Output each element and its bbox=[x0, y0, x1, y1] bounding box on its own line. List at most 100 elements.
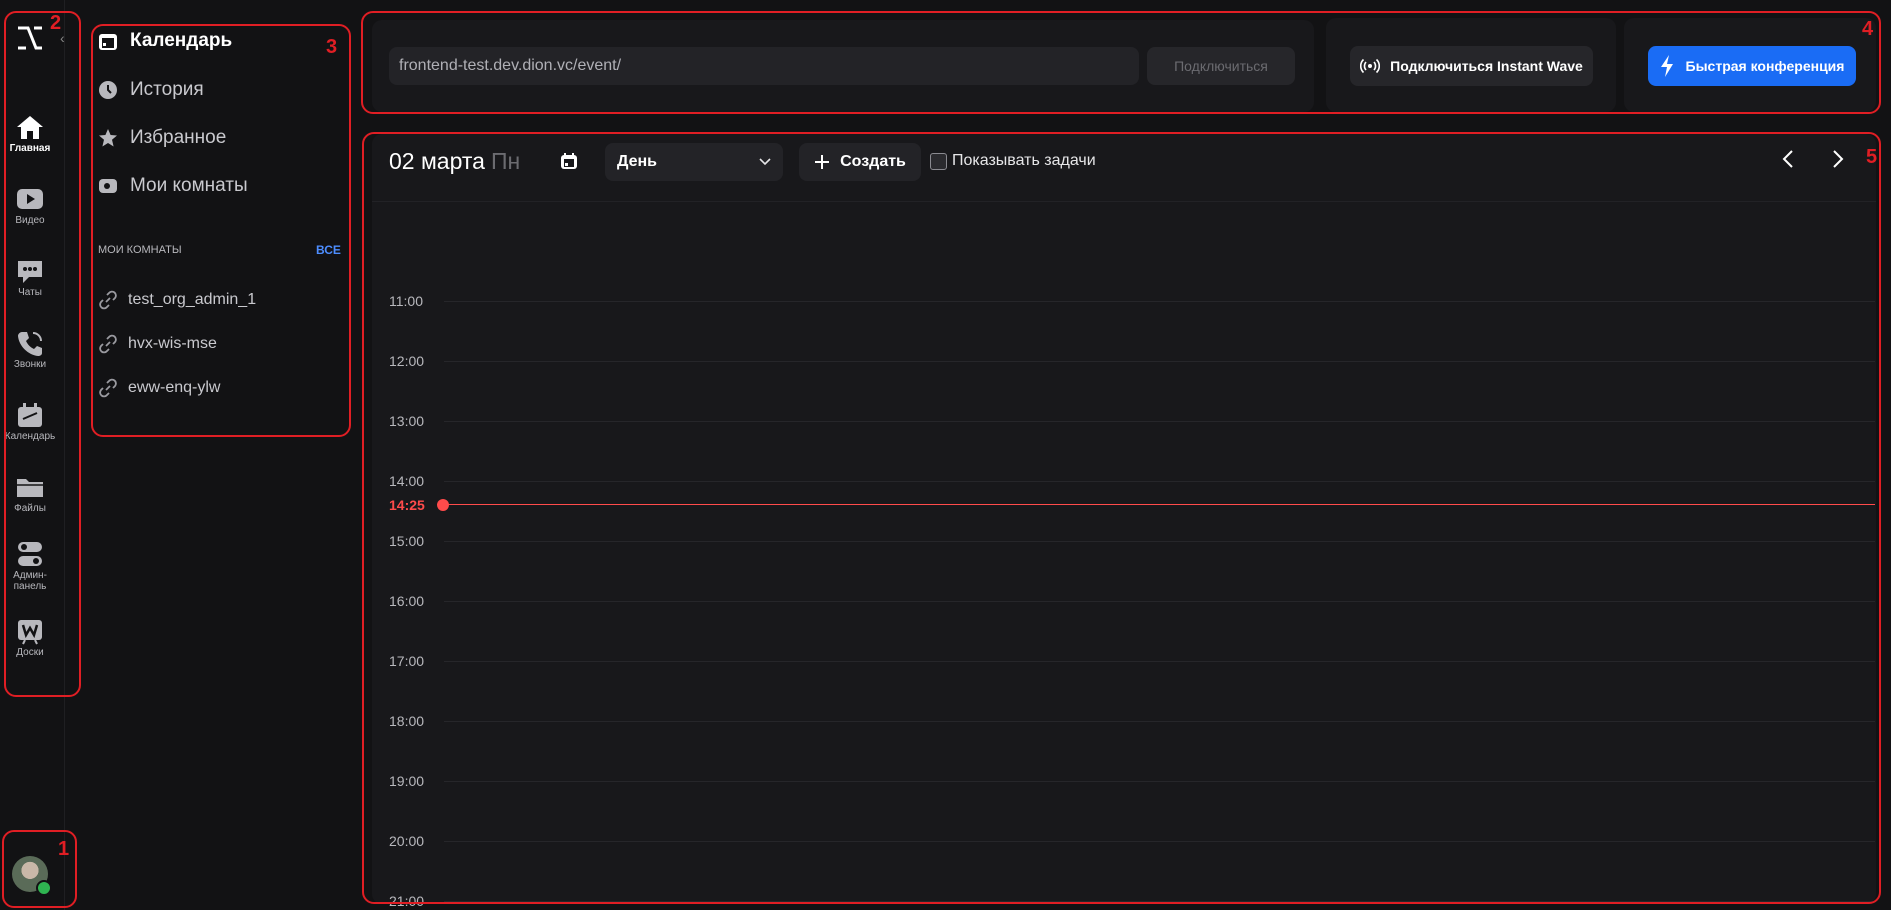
folder-icon bbox=[17, 479, 43, 497]
now-dot bbox=[437, 499, 449, 511]
chat-icon bbox=[18, 261, 42, 283]
home-icon bbox=[17, 116, 43, 139]
now-time-label: 14:25 bbox=[389, 497, 425, 513]
hour-label: 11:00 bbox=[389, 293, 423, 309]
room-link[interactable]: eww-enq-ylw bbox=[98, 378, 220, 398]
chevron-right-icon bbox=[1833, 150, 1844, 168]
rail-item-calls[interactable]: Звонки bbox=[0, 329, 60, 370]
online-status-icon bbox=[36, 880, 52, 896]
annotation-number-1: 1 bbox=[58, 838, 70, 860]
calendar-header-divider bbox=[372, 201, 1876, 202]
instant-wave-button[interactable]: Подключиться Instant Wave bbox=[1350, 46, 1593, 86]
rail-item-label: Файлы bbox=[14, 503, 46, 514]
room-name: test_org_admin_1 bbox=[128, 291, 257, 308]
room-name: hvx-wis-mse bbox=[128, 335, 217, 352]
phone-icon bbox=[18, 332, 42, 356]
hour-label: 19:00 bbox=[389, 773, 425, 789]
rail-item-label: Админ- bbox=[13, 570, 47, 581]
show-tasks-toggle[interactable]: Показывать задачи bbox=[930, 152, 1096, 170]
rail-item-admin[interactable]: Админ- панель bbox=[0, 540, 60, 592]
annotation-number-3: 3 bbox=[326, 36, 338, 58]
rail-item-boards[interactable]: Доски bbox=[0, 617, 60, 658]
wave-icon bbox=[1360, 58, 1381, 74]
sidebar-item-favorites[interactable]: Избранное bbox=[98, 127, 226, 149]
room-link[interactable]: hvx-wis-mse bbox=[98, 334, 217, 354]
sidebar-item-calendar[interactable]: Календарь bbox=[98, 30, 232, 52]
chevron-left-icon bbox=[1782, 150, 1793, 168]
camera-icon bbox=[99, 179, 117, 193]
calendar-panel bbox=[372, 134, 1876, 904]
weekday-label: Пн bbox=[490, 148, 521, 174]
hour-line bbox=[444, 421, 1875, 422]
sidebar-item-label: История bbox=[130, 79, 204, 100]
chevron-down-icon bbox=[759, 158, 771, 166]
hour-line bbox=[444, 481, 1875, 482]
show-tasks-label: Показывать задачи bbox=[952, 152, 1096, 169]
rail-item-home[interactable]: Главная bbox=[0, 113, 60, 154]
connect-button[interactable]: Подключиться bbox=[1147, 47, 1295, 85]
next-day-button[interactable] bbox=[1827, 148, 1847, 175]
hour-label: 15:00 bbox=[389, 533, 425, 549]
sidebar-item-label: Избранное bbox=[130, 127, 227, 148]
link-icon bbox=[99, 378, 117, 398]
rail-item-video[interactable]: Видео bbox=[0, 185, 60, 226]
sidebar-item-label: Календарь bbox=[130, 30, 233, 51]
date-picker-icon[interactable] bbox=[560, 152, 578, 175]
sidebar-item-label: Мои комнаты bbox=[130, 175, 248, 196]
sidebar-item-history[interactable]: История bbox=[98, 79, 204, 101]
prev-day-button[interactable] bbox=[1779, 148, 1799, 175]
show-tasks-checkbox[interactable] bbox=[930, 152, 947, 170]
plus-icon bbox=[815, 155, 830, 169]
hour-line bbox=[444, 841, 1875, 842]
rooms-all-link[interactable]: ВСЕ bbox=[316, 243, 341, 257]
now-line bbox=[444, 504, 1875, 505]
create-label: Создать bbox=[840, 153, 906, 170]
hour-line bbox=[444, 781, 1875, 782]
app-logo[interactable] bbox=[14, 24, 46, 52]
hour-line bbox=[444, 361, 1875, 362]
view-select-value: День bbox=[617, 153, 657, 170]
calendar-icon bbox=[99, 34, 117, 50]
view-select[interactable]: День bbox=[605, 143, 783, 181]
quick-conference-label: Быстрая конференция bbox=[1685, 58, 1845, 74]
rooms-header: МОИ КОМНАТЫ bbox=[98, 244, 182, 256]
instant-wave-label: Подключиться Instant Wave bbox=[1390, 58, 1583, 74]
hour-line bbox=[444, 661, 1875, 662]
hour-line bbox=[444, 301, 1875, 302]
room-link[interactable]: test_org_admin_1 bbox=[98, 290, 256, 310]
rail-item-chats[interactable]: Чаты bbox=[0, 257, 60, 298]
hour-line bbox=[444, 901, 1875, 902]
star-icon bbox=[99, 129, 117, 147]
hour-label: 18:00 bbox=[389, 713, 425, 729]
hour-line bbox=[444, 721, 1875, 722]
hour-label: 12:00 bbox=[389, 353, 425, 369]
link-icon bbox=[99, 290, 117, 310]
hour-label: 13:00 bbox=[389, 413, 425, 429]
rail-item-label: Звонки bbox=[13, 359, 47, 370]
rail-item-files[interactable]: Файлы bbox=[0, 473, 60, 514]
clock-icon bbox=[99, 81, 117, 99]
board-icon bbox=[18, 620, 42, 645]
hour-line bbox=[444, 541, 1875, 542]
rail-item-label: Главная bbox=[9, 143, 51, 154]
annotation-number-5: 5 bbox=[1866, 146, 1878, 168]
sidebar-item-my-rooms[interactable]: Мои комнаты bbox=[98, 175, 248, 197]
rail-item-calendar[interactable]: Календарь bbox=[0, 401, 60, 442]
hour-label: 16:00 bbox=[389, 593, 425, 609]
rail-item-label: Видео bbox=[15, 215, 45, 226]
current-date: 02 марта Пн bbox=[389, 148, 520, 175]
rail-item-label: Доски bbox=[16, 647, 44, 658]
lightning-icon bbox=[1660, 55, 1673, 77]
video-icon bbox=[17, 189, 43, 209]
annotation-number-4: 4 bbox=[1862, 18, 1874, 40]
hour-label: 20:00 bbox=[389, 833, 425, 849]
avatar[interactable] bbox=[12, 856, 52, 896]
rail-item-label: Календарь bbox=[4, 431, 56, 442]
date-label: 02 марта bbox=[389, 148, 485, 174]
hour-label: 14:00 bbox=[389, 473, 425, 489]
hour-line bbox=[444, 601, 1875, 602]
event-url-input[interactable] bbox=[389, 47, 1139, 85]
quick-conference-button[interactable]: Быстрая конференция bbox=[1648, 46, 1856, 86]
rail-item-label: Чаты bbox=[18, 287, 42, 298]
create-button[interactable]: Создать bbox=[799, 143, 921, 181]
